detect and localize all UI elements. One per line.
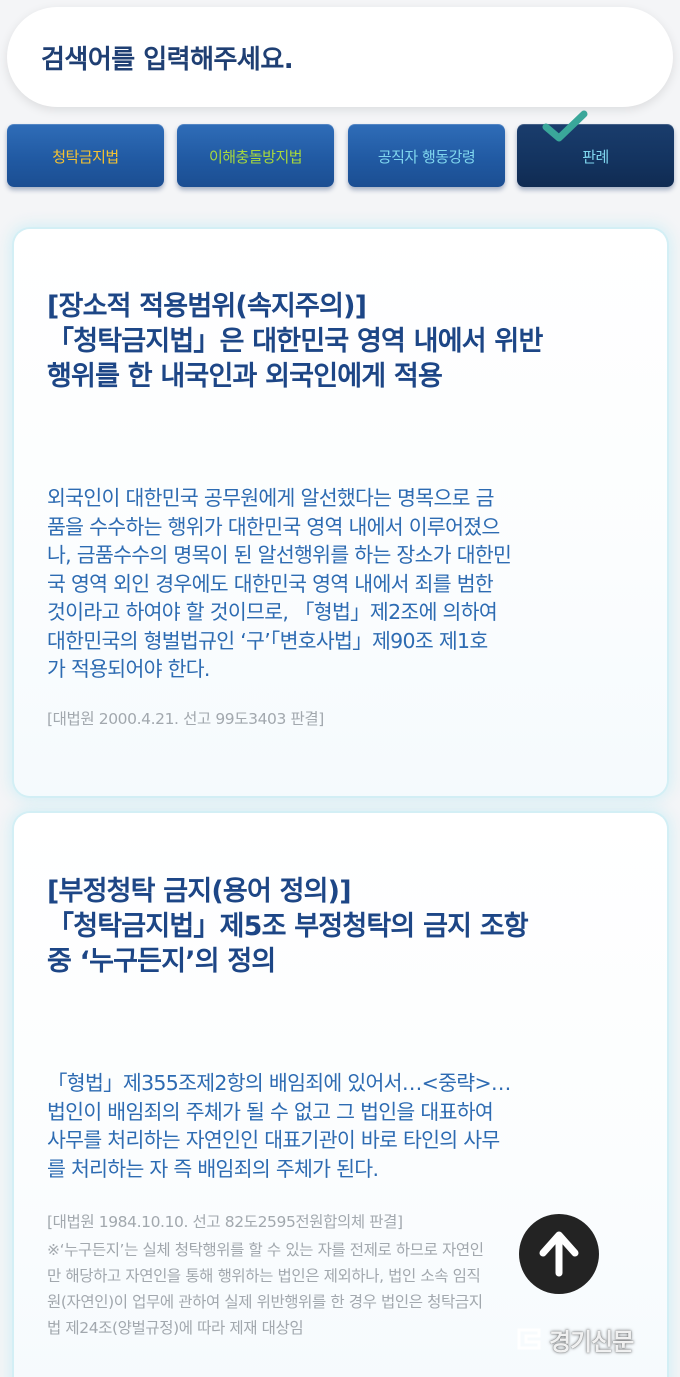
logo-mark-icon [517, 1328, 541, 1350]
card-body-line: 가 적용되어야 한다. [47, 657, 210, 681]
tab-code-of-conduct[interactable]: 공직자 행동강령 [348, 124, 505, 187]
card-body-line: 사무를 처리하는 자연인인 대표기관이 바로 타인의 사무 [47, 1128, 500, 1152]
precedent-card[interactable]: [장소적 적용범위(속지주의)] 「청탁금지법」은 대한민국 영역 내에서 위반… [14, 229, 667, 796]
publisher-watermark: 경기신문 [515, 1322, 634, 1356]
tab-precedents[interactable]: 판례 [517, 124, 674, 187]
card-body: 「형법」제355조제2항의 배임죄에 있어서…<중략>… 법인이 배임죄의 주체… [47, 1069, 652, 1183]
card-body-line: 법인이 배임죄의 주체가 될 수 없고 그 법인을 대표하여 [47, 1099, 494, 1124]
card-title: [장소적 적용범위(속지주의)] 「청탁금지법」은 대한민국 영역 내에서 위반… [47, 289, 647, 394]
card-body-line: 대한민국의 형벌법규인 ‘구’「변호사법」제90조 제1호 [47, 628, 488, 653]
checkmark-icon [542, 110, 588, 142]
card-title-line: [부정청탁 금지(용어 정의)] [47, 876, 352, 907]
card-body-line: 외국인이 대한민국 공무원에게 알선했다는 명목으로 금 [47, 486, 494, 510]
card-title-line: 「청탁금지법」은 대한민국 영역 내에서 위반 [47, 326, 543, 357]
app-screen: 검색어를 입력해주세요. 청탁금지법 이해충돌방지법 공직자 행동강령 판례 [… [0, 0, 680, 1377]
tab-label: 청탁금지법 [52, 148, 119, 166]
card-title-line: 「청탁금지법」제5조 부정청탁의 금지 조항 [47, 911, 529, 942]
card-title-line: [장소적 적용범위(속지주의)] [47, 291, 367, 322]
tab-anti-graft-law[interactable]: 청탁금지법 [7, 124, 164, 187]
card-title-line: 행위를 한 내국인과 외국인에게 적용 [47, 361, 443, 392]
card-citation: [대법원 2000.4.21. 선고 99도3403 판결] [47, 708, 647, 730]
card-body-line: 품을 수수하는 행위가 대한민국 영역 내에서 이루어졌으 [47, 514, 500, 539]
card-title-line: 중 ‘누구든지’의 정의 [47, 946, 276, 977]
card-body-line: 것이라고 하여야 할 것이므로, 「형법」제2조에 의하여 [47, 600, 498, 624]
tab-label: 이해충돌방지법 [208, 148, 303, 166]
card-body-line: 국 영역 외인 경우에도 대한민국 영역 내에서 죄를 범한 [47, 571, 494, 596]
scroll-to-top-button[interactable] [519, 1214, 599, 1294]
card-body-line: 나, 금품수수의 명목이 된 알선행위를 하는 장소가 대한민 [47, 543, 512, 567]
watermark-text: 경기신문 [549, 1327, 634, 1356]
category-tabs: 청탁금지법 이해충돌방지법 공직자 행동강령 판례 [7, 110, 675, 188]
arrow-up-icon [539, 1231, 579, 1277]
citation-line: [대법원 2000.4.21. 선고 99도3403 판결] [47, 710, 324, 728]
tab-conflict-of-interest-law[interactable]: 이해충돌방지법 [177, 124, 334, 187]
tab-label: 공직자 행동강령 [377, 148, 476, 166]
search-placeholder: 검색어를 입력해주세요. [41, 44, 294, 75]
card-body-line: 「형법」제355조제2항의 배임죄에 있어서…<중략>… [47, 1071, 511, 1095]
card-body: 외국인이 대한민국 공무원에게 알선했다는 명목으로 금 품을 수수하는 행위가… [47, 484, 652, 684]
card-title: [부정청탁 금지(용어 정의)] 「청탁금지법」제5조 부정청탁의 금지 조항 … [47, 874, 647, 979]
tab-label: 판례 [582, 148, 609, 166]
card-body-line: 를 처리하는 자 즉 배임죄의 주체가 된다. [47, 1156, 379, 1181]
search-input[interactable]: 검색어를 입력해주세요. [7, 7, 673, 107]
